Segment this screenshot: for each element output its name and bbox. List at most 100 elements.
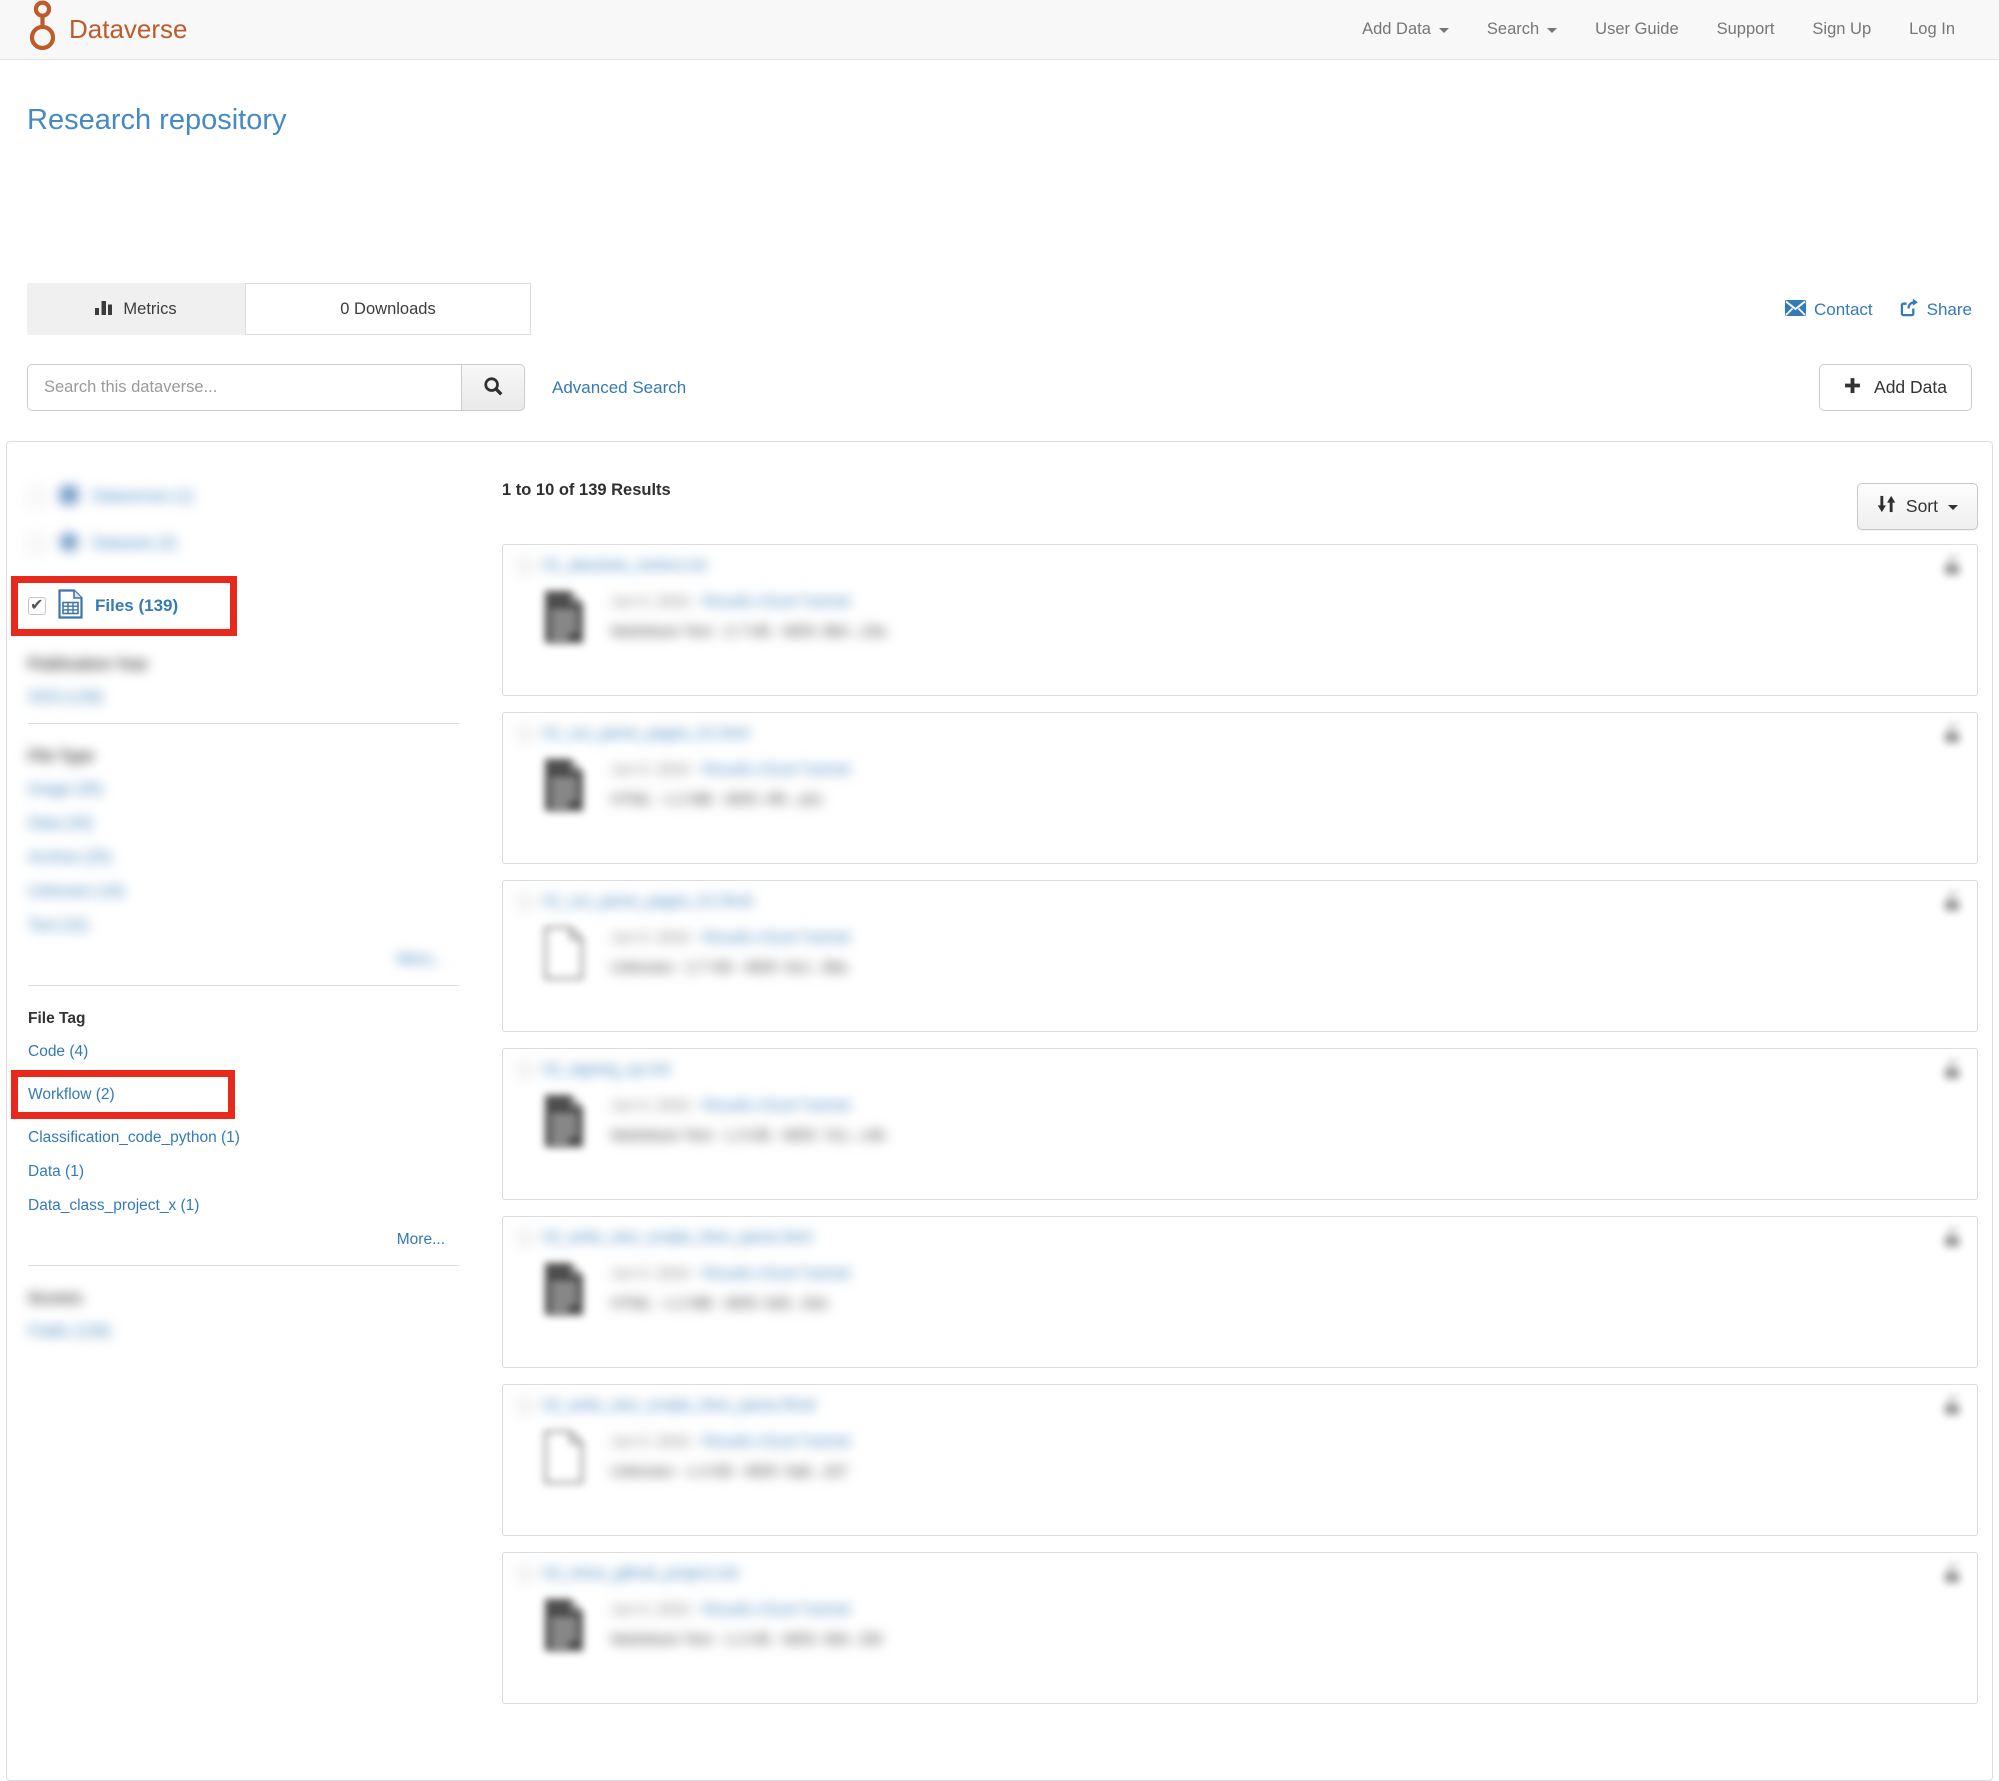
navbar-menu: Add Data Search User Guide Support Sign … [1343,0,1974,60]
result-file-link[interactable]: 01_run_parse_pages_01.html [543,725,749,743]
dataverses-facet-link[interactable]: Dataverses (1) [92,488,194,506]
result-file-link[interactable]: 02_write_own_scripts_then_parse.html [543,1229,812,1247]
nav-sign-up-label: Sign Up [1812,20,1871,39]
result-date: Jun 5, 2023 - [611,929,699,946]
result-card: 01_absolute_metrics.txt Jun 5, 2023 - Re… [502,544,1978,696]
dataverse-type-icon [58,483,80,512]
file-tag-data-class-project-link[interactable]: Data_class_project_x (1) [28,1196,459,1215]
workflow-tag-highlight-box: Workflow (2) [11,1070,235,1119]
result-checkbox[interactable] [518,727,532,741]
result-date-dataset: Jun 5, 2023 - Results Cloud Tutorial [611,1601,882,1618]
file-tag-workflow-link[interactable]: Workflow (2) [28,1085,220,1104]
file-type-facet-link[interactable]: Data (29) [28,814,459,833]
result-body: Jun 5, 2023 - Results Cloud Tutorial Mar… [543,1091,1962,1153]
nav-support[interactable]: Support [1698,0,1794,60]
facet-datasets[interactable]: Datasets (3) [28,529,459,559]
results-header: 1 to 10 of 139 Results Sort [502,473,1978,530]
result-file-meta: Markdown Text - 1.2 KB - MD5: 3b9...f28 [611,1631,882,1648]
result-dataset-link[interactable]: Results Cloud Tutorial [703,1097,850,1114]
contact-link[interactable]: Contact [1785,298,1873,322]
result-title-row: 03_clone_github_project.md [518,1565,1962,1583]
file-thumbnail-icon [543,1091,587,1153]
search-button[interactable] [461,364,525,411]
nav-log-in[interactable]: Log In [1890,0,1974,60]
file-type-facet-link[interactable]: Image (35) [28,780,459,799]
top-navbar: Dataverse Add Data Search User Guide Sup… [0,0,1999,60]
nav-search[interactable]: Search [1468,0,1576,60]
result-dataset-link[interactable]: Results Cloud Tutorial [703,761,850,778]
file-thumbnail-icon [543,1259,587,1321]
files-facet-link[interactable]: Files (139) [95,596,178,616]
file-type-facet-link[interactable]: Unknown (19) [28,882,459,901]
access-facet-link[interactable]: Public (139) [28,1322,459,1341]
dataverse-brand[interactable]: Dataverse [27,0,188,61]
result-checkbox[interactable] [518,1567,532,1581]
result-checkbox[interactable] [518,559,532,573]
result-date: Jun 5, 2023 - [611,1601,699,1618]
bar-chart-icon [95,299,113,320]
brand-label: Dataverse [69,14,188,45]
caret-down-icon [1439,28,1449,33]
facet-dataverses[interactable]: Dataverses (1) [28,482,459,512]
result-file-link[interactable]: 03_clone_github_project.md [543,1565,738,1583]
files-checkbox[interactable] [28,597,46,615]
file-type-facet-link[interactable]: Text (15) [28,916,459,935]
facet-divider [28,723,459,724]
result-checkbox[interactable] [518,895,532,909]
datasets-facet-link[interactable]: Datasets (3) [92,535,176,553]
tabular-file-icon [58,589,83,624]
sort-label: Sort [1906,496,1938,517]
sort-button[interactable]: Sort [1857,483,1978,530]
add-data-button[interactable]: Add Data [1819,364,1972,411]
sort-arrows-icon [1877,495,1896,518]
search-row: Advanced Search Add Data [27,364,1972,411]
nav-search-label: Search [1487,20,1539,39]
result-file-link[interactable]: 02_signing_up.md [543,1061,670,1079]
file-tag-data-link[interactable]: Data (1) [28,1162,459,1181]
share-link[interactable]: Share [1900,298,1972,322]
result-file-meta: Markdown Text - 1.3 KB - MD5: 7e1...c4b [611,1127,885,1144]
file-type-facet-link[interactable]: Archive (25) [28,848,459,867]
file-type-heading: File Type [28,748,459,766]
plus-icon [1844,377,1861,399]
result-dataset-link[interactable]: Results Cloud Tutorial [703,1433,850,1450]
search-input[interactable] [27,364,461,411]
facet-files[interactable]: Files (139) [28,591,222,621]
result-card: 01_run_parse_pages_01.Rmd Jun 5, 2023 - … [502,880,1978,1032]
result-date: Jun 5, 2023 - [611,593,699,610]
result-body: Jun 5, 2023 - Results Cloud Tutorial HTM… [543,755,1962,817]
result-date: Jun 5, 2023 - [611,761,699,778]
caret-down-icon [1948,505,1958,510]
nav-add-data-label: Add Data [1362,20,1431,39]
result-file-meta: Unknown - 2.7 KB - MD5: 9c2...58a [611,959,849,976]
result-dataset-link[interactable]: Results Cloud Tutorial [703,929,850,946]
result-checkbox[interactable] [518,1399,532,1413]
file-tag-classification-link[interactable]: Classification_code_python (1) [28,1128,459,1147]
file-tag-code-link[interactable]: Code (4) [28,1042,459,1061]
metrics-toolbar: Metrics 0 Downloads Contact [27,283,1972,335]
file-tag-more-link[interactable]: More... [397,1231,445,1248]
dataverses-checkbox[interactable] [28,488,46,506]
share-label: Share [1927,300,1972,320]
result-dataset-link[interactable]: Results Cloud Tutorial [703,1601,850,1618]
caret-down-icon [1547,28,1557,33]
result-file-link[interactable]: 02_write_own_scripts_then_parse.Rmd [543,1397,815,1415]
datasets-checkbox[interactable] [28,535,46,553]
metrics-tab[interactable]: Metrics [27,283,245,335]
nav-sign-up[interactable]: Sign Up [1793,0,1890,60]
result-file-link[interactable]: 01_run_parse_pages_01.Rmd [543,893,752,911]
result-dataset-link[interactable]: Results Cloud Tutorial [703,1265,850,1282]
file-type-more-link[interactable]: More... [397,951,445,968]
nav-add-data[interactable]: Add Data [1343,0,1468,60]
result-card: 01_run_parse_pages_01.html Jun 5, 2023 -… [502,712,1978,864]
result-checkbox[interactable] [518,1063,532,1077]
publication-year-facet-link[interactable]: 2023 (139) [28,688,459,707]
result-checkbox[interactable] [518,1231,532,1245]
result-card: 03_clone_github_project.md Jun 5, 2023 -… [502,1552,1978,1704]
result-title-row: 01_run_parse_pages_01.Rmd [518,893,1962,911]
advanced-search-link[interactable]: Advanced Search [552,378,686,398]
nav-user-guide[interactable]: User Guide [1576,0,1697,60]
result-file-link[interactable]: 01_absolute_metrics.txt [543,557,707,575]
result-dataset-link[interactable]: Results Cloud Tutorial [703,593,850,610]
result-card: 02_write_own_scripts_then_parse.Rmd Jun … [502,1384,1978,1536]
